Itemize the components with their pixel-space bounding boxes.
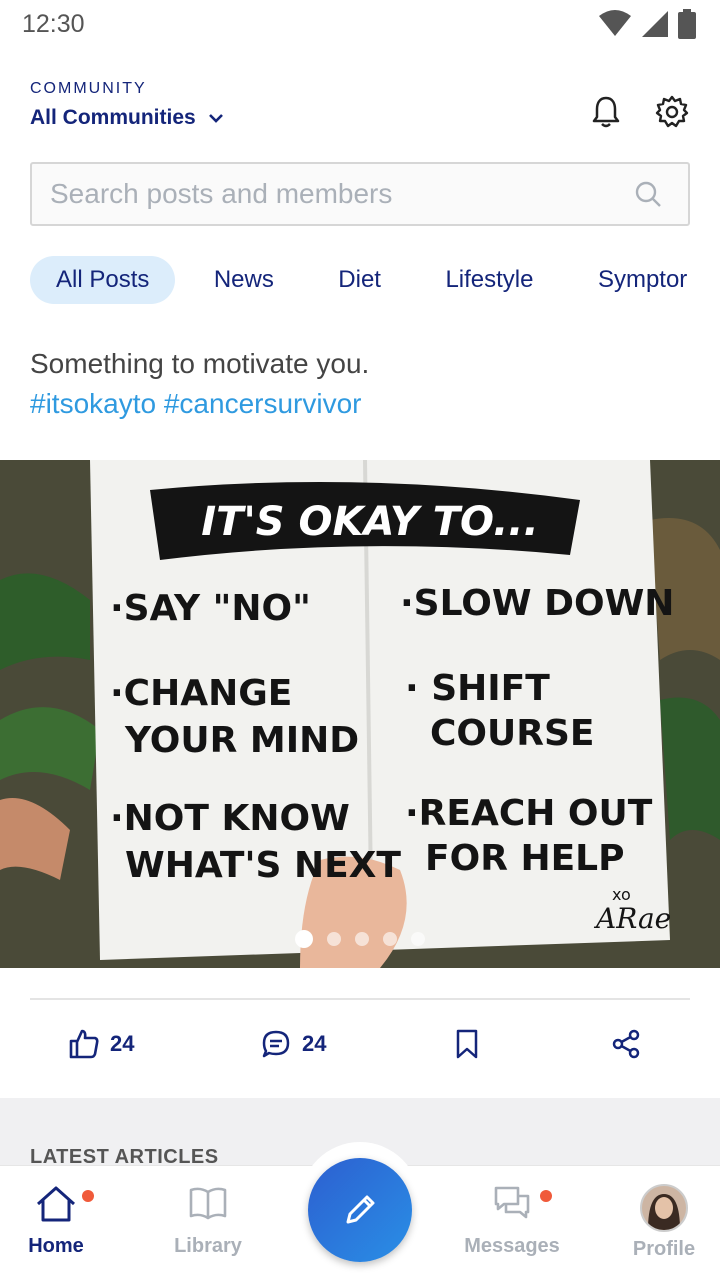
tab-news[interactable]: News bbox=[188, 256, 300, 304]
left-item-3: YOUR MIND bbox=[124, 720, 359, 761]
post-text: Something to motivate you. bbox=[30, 348, 370, 379]
carousel-dot-active[interactable] bbox=[295, 930, 313, 948]
left-item-4: ·NOT KNOW bbox=[110, 798, 350, 839]
nav-messages[interactable]: Messages bbox=[452, 1184, 572, 1258]
carousel-dot[interactable] bbox=[355, 932, 369, 946]
tab-all-posts[interactable]: All Posts bbox=[30, 256, 176, 304]
share-button[interactable] bbox=[610, 1024, 642, 1064]
carousel-dot[interactable] bbox=[411, 932, 425, 946]
chevron-down-icon bbox=[208, 114, 223, 123]
divider bbox=[30, 998, 690, 1000]
book-icon bbox=[189, 1187, 227, 1220]
status-bar: 12:30 bbox=[0, 0, 720, 48]
comment-icon bbox=[262, 1030, 290, 1058]
notifications-button[interactable] bbox=[588, 94, 624, 130]
thumbs-up-icon bbox=[69, 1029, 99, 1059]
signature: ARae bbox=[593, 902, 671, 935]
share-icon bbox=[612, 1029, 640, 1059]
right-item-3: COURSE bbox=[430, 713, 595, 754]
search-box bbox=[30, 162, 690, 226]
post-body: Something to motivate you. #itsokayto #c… bbox=[30, 344, 690, 424]
right-item-5: FOR HELP bbox=[425, 838, 625, 879]
messages-badge bbox=[540, 1190, 552, 1202]
nav-home-label: Home bbox=[28, 1235, 84, 1257]
nav-messages-label: Messages bbox=[464, 1235, 560, 1257]
carousel-dot[interactable] bbox=[327, 932, 341, 946]
new-post-button[interactable] bbox=[308, 1158, 412, 1262]
home-icon bbox=[37, 1186, 75, 1222]
chat-icon bbox=[494, 1186, 530, 1219]
home-badge bbox=[82, 1190, 94, 1202]
right-item-1: ·SLOW DOWN bbox=[400, 583, 674, 624]
nav-profile-label: Profile bbox=[632, 1238, 696, 1260]
tab-symptoms[interactable]: Symptor bbox=[572, 256, 713, 304]
comment-button[interactable]: 24 bbox=[260, 1024, 326, 1064]
bookmark-icon bbox=[456, 1029, 478, 1059]
carousel-dots bbox=[0, 930, 720, 948]
right-item-2: · SHIFT bbox=[405, 668, 550, 709]
wifi-icon bbox=[599, 10, 631, 36]
image-title: IT'S OKAY TO... bbox=[201, 499, 538, 545]
tab-lifestyle[interactable]: Lifestyle bbox=[419, 256, 559, 304]
search-input[interactable] bbox=[50, 164, 630, 224]
right-item-4: ·REACH OUT bbox=[405, 793, 653, 834]
gear-icon bbox=[655, 95, 689, 128]
left-item-1: ·SAY "NO" bbox=[110, 588, 311, 629]
bookmark-button[interactable] bbox=[454, 1024, 480, 1064]
signal-icon bbox=[642, 11, 668, 37]
comment-count: 24 bbox=[302, 1031, 327, 1056]
post-image-carousel[interactable]: IT'S OKAY TO... ·SAY "NO" ·CHANGE YOUR M… bbox=[0, 460, 720, 968]
post-actions: 24 24 bbox=[0, 1024, 720, 1068]
left-item-2: ·CHANGE bbox=[110, 673, 292, 714]
post-hashtags[interactable]: #itsokayto #cancersurvivor bbox=[30, 384, 690, 424]
nav-library[interactable]: Library bbox=[148, 1184, 268, 1258]
nav-library-label: Library bbox=[174, 1235, 242, 1257]
community-title: All Communities bbox=[30, 106, 196, 129]
tab-diet[interactable]: Diet bbox=[312, 256, 407, 304]
post-image: IT'S OKAY TO... ·SAY "NO" ·CHANGE YOUR M… bbox=[0, 460, 720, 968]
status-time: 12:30 bbox=[22, 10, 85, 38]
search-icon[interactable] bbox=[634, 180, 662, 208]
avatar-image bbox=[642, 1186, 686, 1230]
left-item-5: WHAT'S NEXT bbox=[125, 845, 401, 886]
like-count: 24 bbox=[110, 1031, 135, 1056]
carousel-dot[interactable] bbox=[383, 932, 397, 946]
settings-button[interactable] bbox=[654, 94, 690, 130]
nav-profile[interactable]: Profile bbox=[604, 1184, 720, 1261]
bell-icon bbox=[592, 96, 620, 128]
community-header: COMMUNITY All Communities bbox=[30, 80, 690, 140]
nav-home[interactable]: Home bbox=[0, 1184, 116, 1258]
avatar bbox=[640, 1184, 688, 1232]
status-icons bbox=[598, 9, 696, 39]
pencil-icon bbox=[346, 1195, 375, 1224]
like-button[interactable]: 24 bbox=[68, 1024, 134, 1064]
category-tabs: All Posts News Diet Lifestyle Symptor bbox=[30, 256, 720, 304]
battery-icon bbox=[678, 9, 696, 39]
